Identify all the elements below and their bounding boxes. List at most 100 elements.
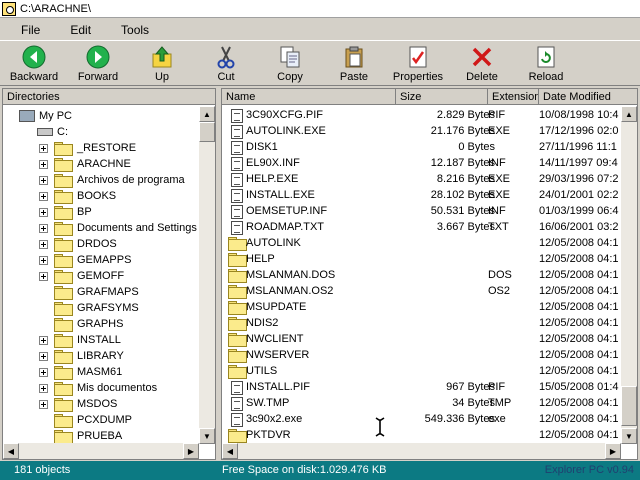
file-row[interactable]: HELP 12/05/2008 04:1 — [222, 252, 622, 268]
column-header-name[interactable]: Name — [222, 89, 396, 105]
expand-icon[interactable] — [39, 271, 48, 281]
expand-icon[interactable] — [39, 335, 48, 345]
expand-icon[interactable] — [39, 351, 48, 361]
delete-label: Delete — [466, 71, 498, 83]
expand-icon[interactable] — [39, 239, 48, 249]
tree-item-folder[interactable]: DRDOS — [39, 236, 117, 252]
reload-button[interactable]: Reload — [514, 41, 578, 85]
expand-icon[interactable] — [39, 367, 48, 377]
tree-item-folder[interactable]: GRAFSYMS — [39, 300, 139, 316]
tree-item-folder[interactable]: _RESTORE — [39, 140, 136, 156]
file-row[interactable]: OEMSETUP.INF 50.531 Bytes INF 01/03/1999 06… — [222, 204, 622, 220]
file-row[interactable]: INSTALL.PIF 967 Bytes PIF 15/05/2008 01:4 — [222, 380, 622, 396]
file-list-horizontal-scrollbar[interactable]: ◀ ▶ — [222, 443, 621, 459]
scroll-down-button[interactable]: ▼ — [621, 428, 637, 444]
copy-icon — [277, 44, 303, 70]
cut-button[interactable]: Cut — [194, 41, 258, 85]
file-row[interactable]: UTILS 12/05/2008 04:1 — [222, 364, 622, 380]
tree-item-folder[interactable]: PCXDUMP — [39, 412, 132, 428]
expand-icon[interactable] — [39, 223, 48, 233]
directory-horizontal-scrollbar[interactable]: ◀ ▶ — [3, 443, 199, 459]
column-header-extension[interactable]: Extension — [488, 89, 539, 105]
scroll-left-button[interactable]: ◀ — [222, 443, 238, 459]
tree-item-drive-c[interactable]: C: — [37, 124, 68, 140]
file-row[interactable]: 3c90x2.exe 549.336 Bytes exe 12/05/2008 04:… — [222, 412, 622, 428]
expand-icon[interactable] — [39, 191, 48, 201]
menu-tools[interactable]: Tools — [106, 23, 164, 37]
file-row[interactable]: ROADMAP.TXT 3.667 Bytes TXT 16/06/2001 03:2 — [222, 220, 622, 236]
properties-button[interactable]: Properties — [386, 41, 450, 85]
tree-item-folder[interactable]: INSTALL — [39, 332, 121, 348]
file-name: SW.TMP — [246, 397, 290, 409]
up-folder-icon — [149, 44, 175, 70]
scroll-up-button[interactable]: ▲ — [621, 106, 637, 122]
paste-button[interactable]: Paste — [322, 41, 386, 85]
folder-icon — [54, 142, 73, 156]
file-row[interactable]: MSLANMAN.DOS DOS 12/05/2008 04:1 — [222, 268, 622, 284]
tree-item-folder[interactable]: GRAPHS — [39, 316, 123, 332]
tree-item-folder[interactable]: BOOKS — [39, 188, 116, 204]
file-row[interactable]: DISK1 0 Bytes 27/11/1996 11:1 — [222, 140, 622, 156]
tree-item-folder[interactable]: MSDOS — [39, 396, 117, 412]
file-row[interactable]: SW.TMP 34 Bytes TMP 12/05/2008 04:1 — [222, 396, 622, 412]
file-row[interactable]: AUTOLINK.EXE 21.176 Bytes EXE 17/12/1996 02… — [222, 124, 622, 140]
tree-item-folder[interactable]: Archivos de programa — [39, 172, 185, 188]
file-list-vertical-scrollbar[interactable]: ▲ ▼ — [621, 106, 637, 444]
expand-icon[interactable] — [39, 143, 48, 153]
scroll-down-button[interactable]: ▼ — [199, 428, 215, 444]
tree-item-folder[interactable]: Mis documentos — [39, 380, 157, 396]
scroll-up-button[interactable]: ▲ — [199, 106, 215, 122]
delete-button[interactable]: Delete — [450, 41, 514, 85]
file-row[interactable]: HELP.EXE 8.216 Bytes EXE 29/03/1996 07:2 — [222, 172, 622, 188]
expand-icon[interactable] — [39, 255, 48, 265]
tree-item-folder[interactable]: PRUEBA — [39, 428, 122, 444]
file-row[interactable]: MSLANMAN.OS2 OS2 12/05/2008 04:1 — [222, 284, 622, 300]
tree-item-folder[interactable]: Documents and Settings — [39, 220, 197, 236]
folder-icon — [228, 253, 247, 267]
menu-edit[interactable]: Edit — [55, 23, 106, 37]
scroll-thumb[interactable] — [199, 122, 215, 142]
tree-item-folder[interactable]: GRAFMAPS — [39, 284, 139, 300]
folder-icon — [54, 270, 73, 284]
tree-item-folder[interactable]: ARACHNE — [39, 156, 131, 172]
file-row[interactable]: EL90X.INF 12.187 Bytes INF 14/11/1997 09:4 — [222, 156, 622, 172]
file-size: 21.176 Bytes — [430, 125, 495, 137]
file-row[interactable]: AUTOLINK 12/05/2008 04:1 — [222, 236, 622, 252]
column-header-date-modified[interactable]: Date Modified — [539, 89, 637, 105]
file-row[interactable]: 3C90XCFG.PIF 2.829 Bytes PIF 10/08/1998 10:… — [222, 108, 622, 124]
copy-button[interactable]: Copy — [258, 41, 322, 85]
forward-button[interactable]: Forward — [66, 41, 130, 85]
column-header-size[interactable]: Size — [396, 89, 488, 105]
tree-item-label: BP — [77, 206, 92, 218]
file-row[interactable]: NWCLIENT 12/05/2008 04:1 — [222, 332, 622, 348]
directory-vertical-scrollbar[interactable]: ▲ ▼ — [199, 106, 215, 444]
file-row[interactable]: MSUPDATE 12/05/2008 04:1 — [222, 300, 622, 316]
tree-item-folder[interactable]: GEMOFF — [39, 268, 124, 284]
expand-icon[interactable] — [39, 399, 48, 409]
scroll-thumb[interactable] — [621, 386, 637, 426]
file-name: HELP — [246, 253, 275, 265]
tree-item-folder[interactable]: GEMAPPS — [39, 252, 131, 268]
file-row[interactable]: PKTDVR 12/05/2008 04:1 — [222, 428, 622, 444]
scroll-left-button[interactable]: ◀ — [3, 443, 19, 459]
directories-column-header[interactable]: Directories — [3, 89, 215, 105]
file-row[interactable]: NDIS2 12/05/2008 04:1 — [222, 316, 622, 332]
backward-label: Backward — [9, 71, 59, 83]
file-date-modified: 12/05/2008 04:1 — [539, 285, 619, 297]
expand-icon[interactable] — [39, 207, 48, 217]
backward-button[interactable]: Backward — [2, 41, 66, 85]
file-row[interactable]: NWSERVER 12/05/2008 04:1 — [222, 348, 622, 364]
tree-item-folder[interactable]: LIBRARY — [39, 348, 124, 364]
menu-file[interactable]: File — [6, 23, 55, 37]
expand-icon[interactable] — [39, 175, 48, 185]
file-row[interactable]: INSTALL.EXE 28.102 Bytes EXE 24/01/2001 02:… — [222, 188, 622, 204]
expand-icon[interactable] — [39, 383, 48, 393]
expand-icon[interactable] — [39, 159, 48, 169]
scroll-right-button[interactable]: ▶ — [605, 443, 621, 459]
tree-item-folder[interactable]: BP — [39, 204, 92, 220]
tree-item-my-pc[interactable]: My PC — [19, 108, 72, 124]
up-button[interactable]: Up — [130, 41, 194, 85]
scroll-right-button[interactable]: ▶ — [183, 443, 199, 459]
tree-item-folder[interactable]: MASM61 — [39, 364, 122, 380]
